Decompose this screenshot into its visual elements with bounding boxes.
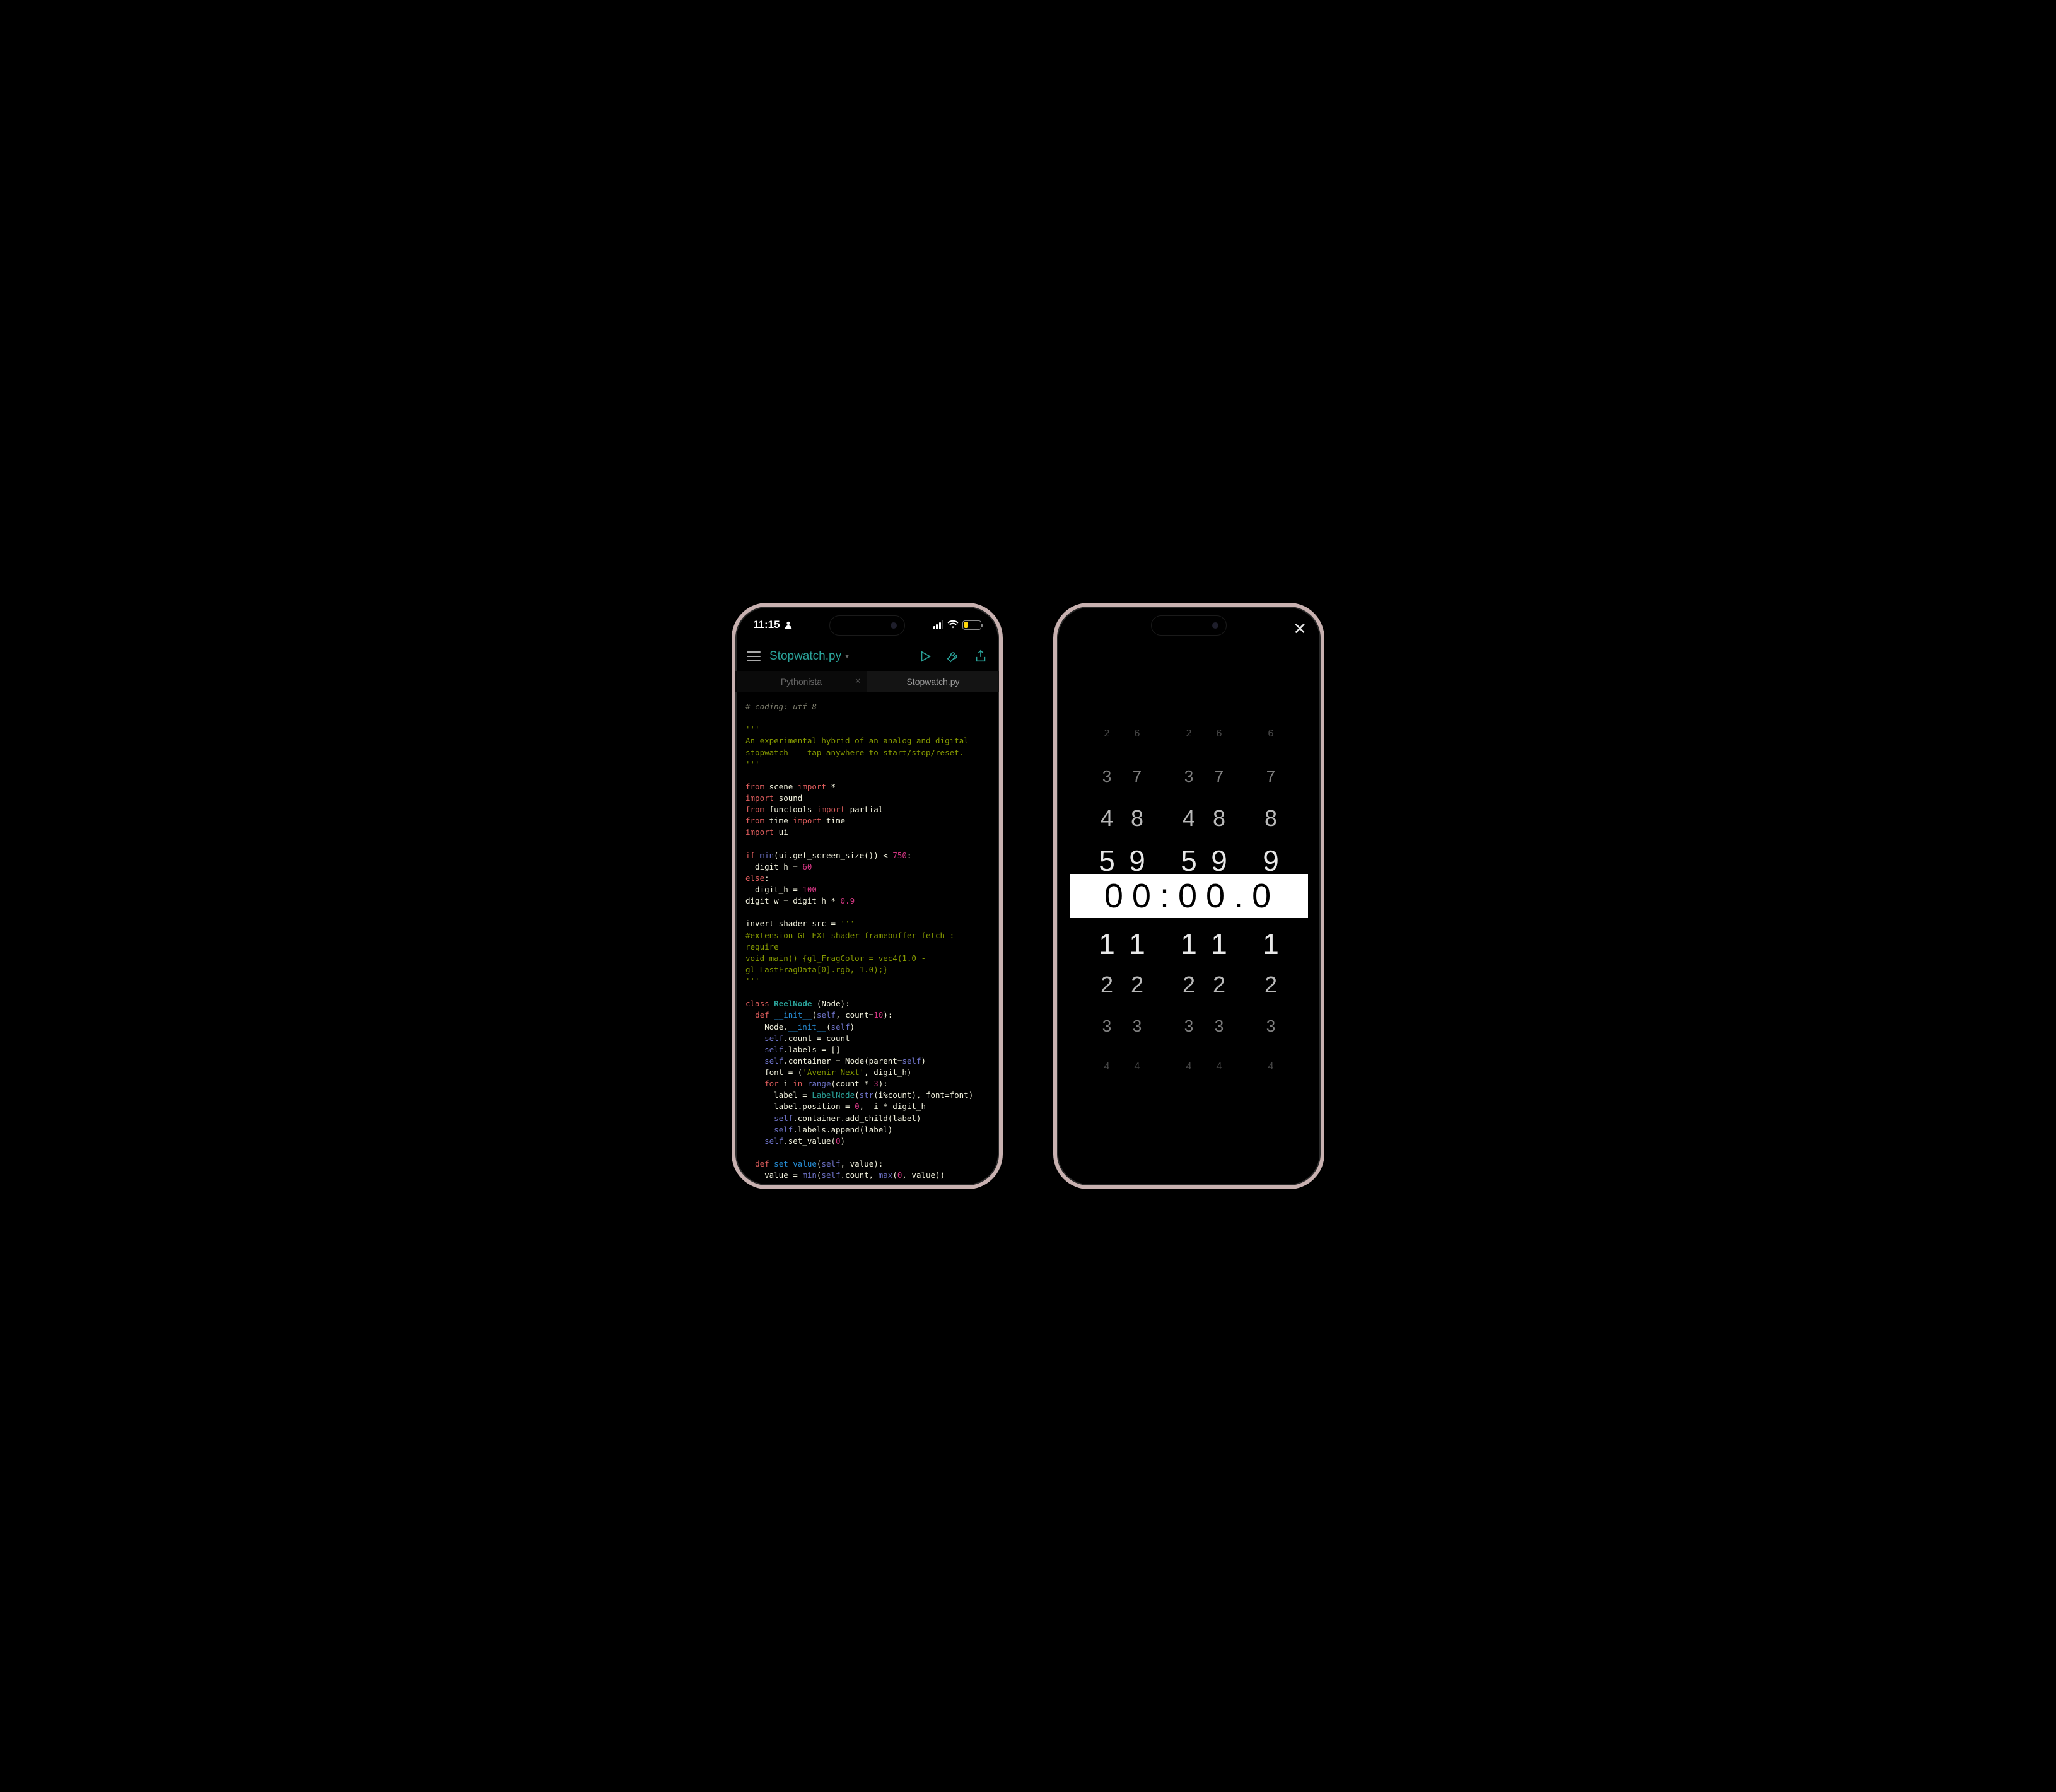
reel-digit: 8: [1208, 805, 1230, 832]
reel-digit: [1157, 1061, 1169, 1073]
center-digit: .: [1234, 876, 1246, 916]
file-title-text: Stopwatch.py: [769, 649, 841, 663]
reel-digit: 7: [1208, 767, 1230, 786]
reel-row: 11111: [1057, 927, 1321, 961]
reel-digit: 1: [1096, 927, 1118, 961]
center-digit: 0: [1104, 876, 1126, 916]
reel-digit: 4: [1126, 1061, 1148, 1073]
reel-digit: [1239, 805, 1251, 832]
tab-stopwatch[interactable]: Stopwatch.py: [867, 671, 999, 692]
reel-row: 22222: [1057, 972, 1321, 998]
reel-digit: [1239, 1016, 1251, 1036]
reel-digit: [1157, 1016, 1169, 1036]
reel-digit: [1239, 972, 1251, 998]
reel-digit: 3: [1096, 767, 1118, 786]
reel-digit: 6: [1260, 728, 1282, 740]
reel-digit: 2: [1260, 972, 1282, 998]
reel-digit: [1239, 927, 1251, 961]
reel-digit: 3: [1126, 1016, 1148, 1036]
reel-digit: [1157, 767, 1169, 786]
reel-digit: 1: [1208, 927, 1230, 961]
reel-digit: 4: [1260, 1061, 1282, 1073]
reel-digit: 9: [1208, 844, 1230, 878]
reel-digit: 2: [1178, 972, 1200, 998]
reel-digit: 3: [1096, 1016, 1118, 1036]
status-time: 11:15: [753, 619, 780, 631]
play-icon[interactable]: [918, 649, 932, 663]
reel-digit: [1239, 1061, 1251, 1073]
tab-label: Pythonista: [781, 677, 822, 687]
phone-editor: 11:15 25 Stopwatch.py ▼ Pythonista ×: [732, 603, 1003, 1189]
reel-digit: 2: [1178, 728, 1200, 740]
tab-label: Stopwatch.py: [906, 677, 959, 687]
menu-icon[interactable]: [747, 651, 761, 661]
reel-row: 26266: [1057, 728, 1321, 740]
reel-digit: [1157, 805, 1169, 832]
reel-digit: [1157, 972, 1169, 998]
reel-digit: [1239, 728, 1251, 740]
reel-digit: 2: [1126, 972, 1148, 998]
reel-digit: 4: [1208, 1061, 1230, 1073]
reel-digit: 5: [1096, 844, 1118, 878]
phone-stopwatch[interactable]: ✕ 00:00.0 262663737748488595991111122222…: [1053, 603, 1324, 1189]
reel-digit: [1239, 844, 1251, 878]
reel-digit: [1157, 728, 1169, 740]
battery-level: 25: [963, 622, 981, 629]
status-bar: 11:15 25: [735, 607, 999, 634]
wrench-icon[interactable]: [946, 649, 960, 663]
reel-digit: 3: [1178, 1016, 1200, 1036]
reel-row: 33333: [1057, 1016, 1321, 1036]
reel-digit: 4: [1096, 805, 1118, 832]
reel-digit: [1157, 844, 1169, 878]
reel-digit: 3: [1260, 1016, 1282, 1036]
reel-row: 44444: [1057, 1061, 1321, 1073]
signal-icon: [933, 620, 944, 629]
reel-digit: 4: [1096, 1061, 1118, 1073]
reel-digit: 9: [1260, 844, 1282, 878]
reel-digit: 4: [1178, 1061, 1200, 1073]
reel-digit: 3: [1208, 1016, 1230, 1036]
center-digit: :: [1160, 876, 1172, 916]
stopwatch-canvas[interactable]: 00:00.0 26266373774848859599111112222233…: [1057, 607, 1321, 1185]
center-digit: 0: [1132, 876, 1154, 916]
center-digit: 0: [1206, 876, 1227, 916]
reel-digit: [1239, 767, 1251, 786]
reel-row: 37377: [1057, 767, 1321, 786]
tab-bar: Pythonista × Stopwatch.py: [735, 671, 999, 692]
editor-toolbar: Stopwatch.py ▼: [735, 642, 999, 671]
center-digit: 0: [1178, 876, 1200, 916]
dropdown-icon: ▼: [844, 653, 850, 660]
reel-row: 48488: [1057, 805, 1321, 832]
profile-icon: [784, 620, 793, 629]
center-digit: 0: [1252, 876, 1273, 916]
reel-digit: 1: [1260, 927, 1282, 961]
reel-digit: 6: [1208, 728, 1230, 740]
wifi-icon: [947, 620, 959, 629]
reel-digit: 1: [1178, 927, 1200, 961]
reel-digit: 8: [1260, 805, 1282, 832]
reel-digit: 7: [1126, 767, 1148, 786]
reel-digit: 2: [1096, 972, 1118, 998]
tab-pythonista[interactable]: Pythonista ×: [735, 671, 867, 692]
reel-digit: 5: [1178, 844, 1200, 878]
reel-digit: 9: [1126, 844, 1148, 878]
stopwatch-center-display: 00:00.0: [1070, 874, 1308, 918]
code-editor[interactable]: # coding: utf-8 ''' An experimental hybr…: [735, 692, 999, 1189]
reel-digit: 3: [1178, 767, 1200, 786]
reel-digit: 1: [1126, 927, 1148, 961]
reel-digit: 8: [1126, 805, 1148, 832]
reel-digit: 7: [1260, 767, 1282, 786]
reel-digit: 2: [1208, 972, 1230, 998]
share-icon[interactable]: [974, 649, 988, 663]
file-title[interactable]: Stopwatch.py ▼: [769, 649, 909, 663]
close-icon[interactable]: ✕: [1293, 619, 1307, 639]
battery-icon: 25: [962, 620, 981, 630]
reel-digit: 4: [1178, 805, 1200, 832]
close-icon[interactable]: ×: [855, 676, 861, 687]
reel-digit: [1157, 927, 1169, 961]
reel-row: 59599: [1057, 844, 1321, 878]
reel-digit: 2: [1096, 728, 1118, 740]
reel-digit: 6: [1126, 728, 1148, 740]
